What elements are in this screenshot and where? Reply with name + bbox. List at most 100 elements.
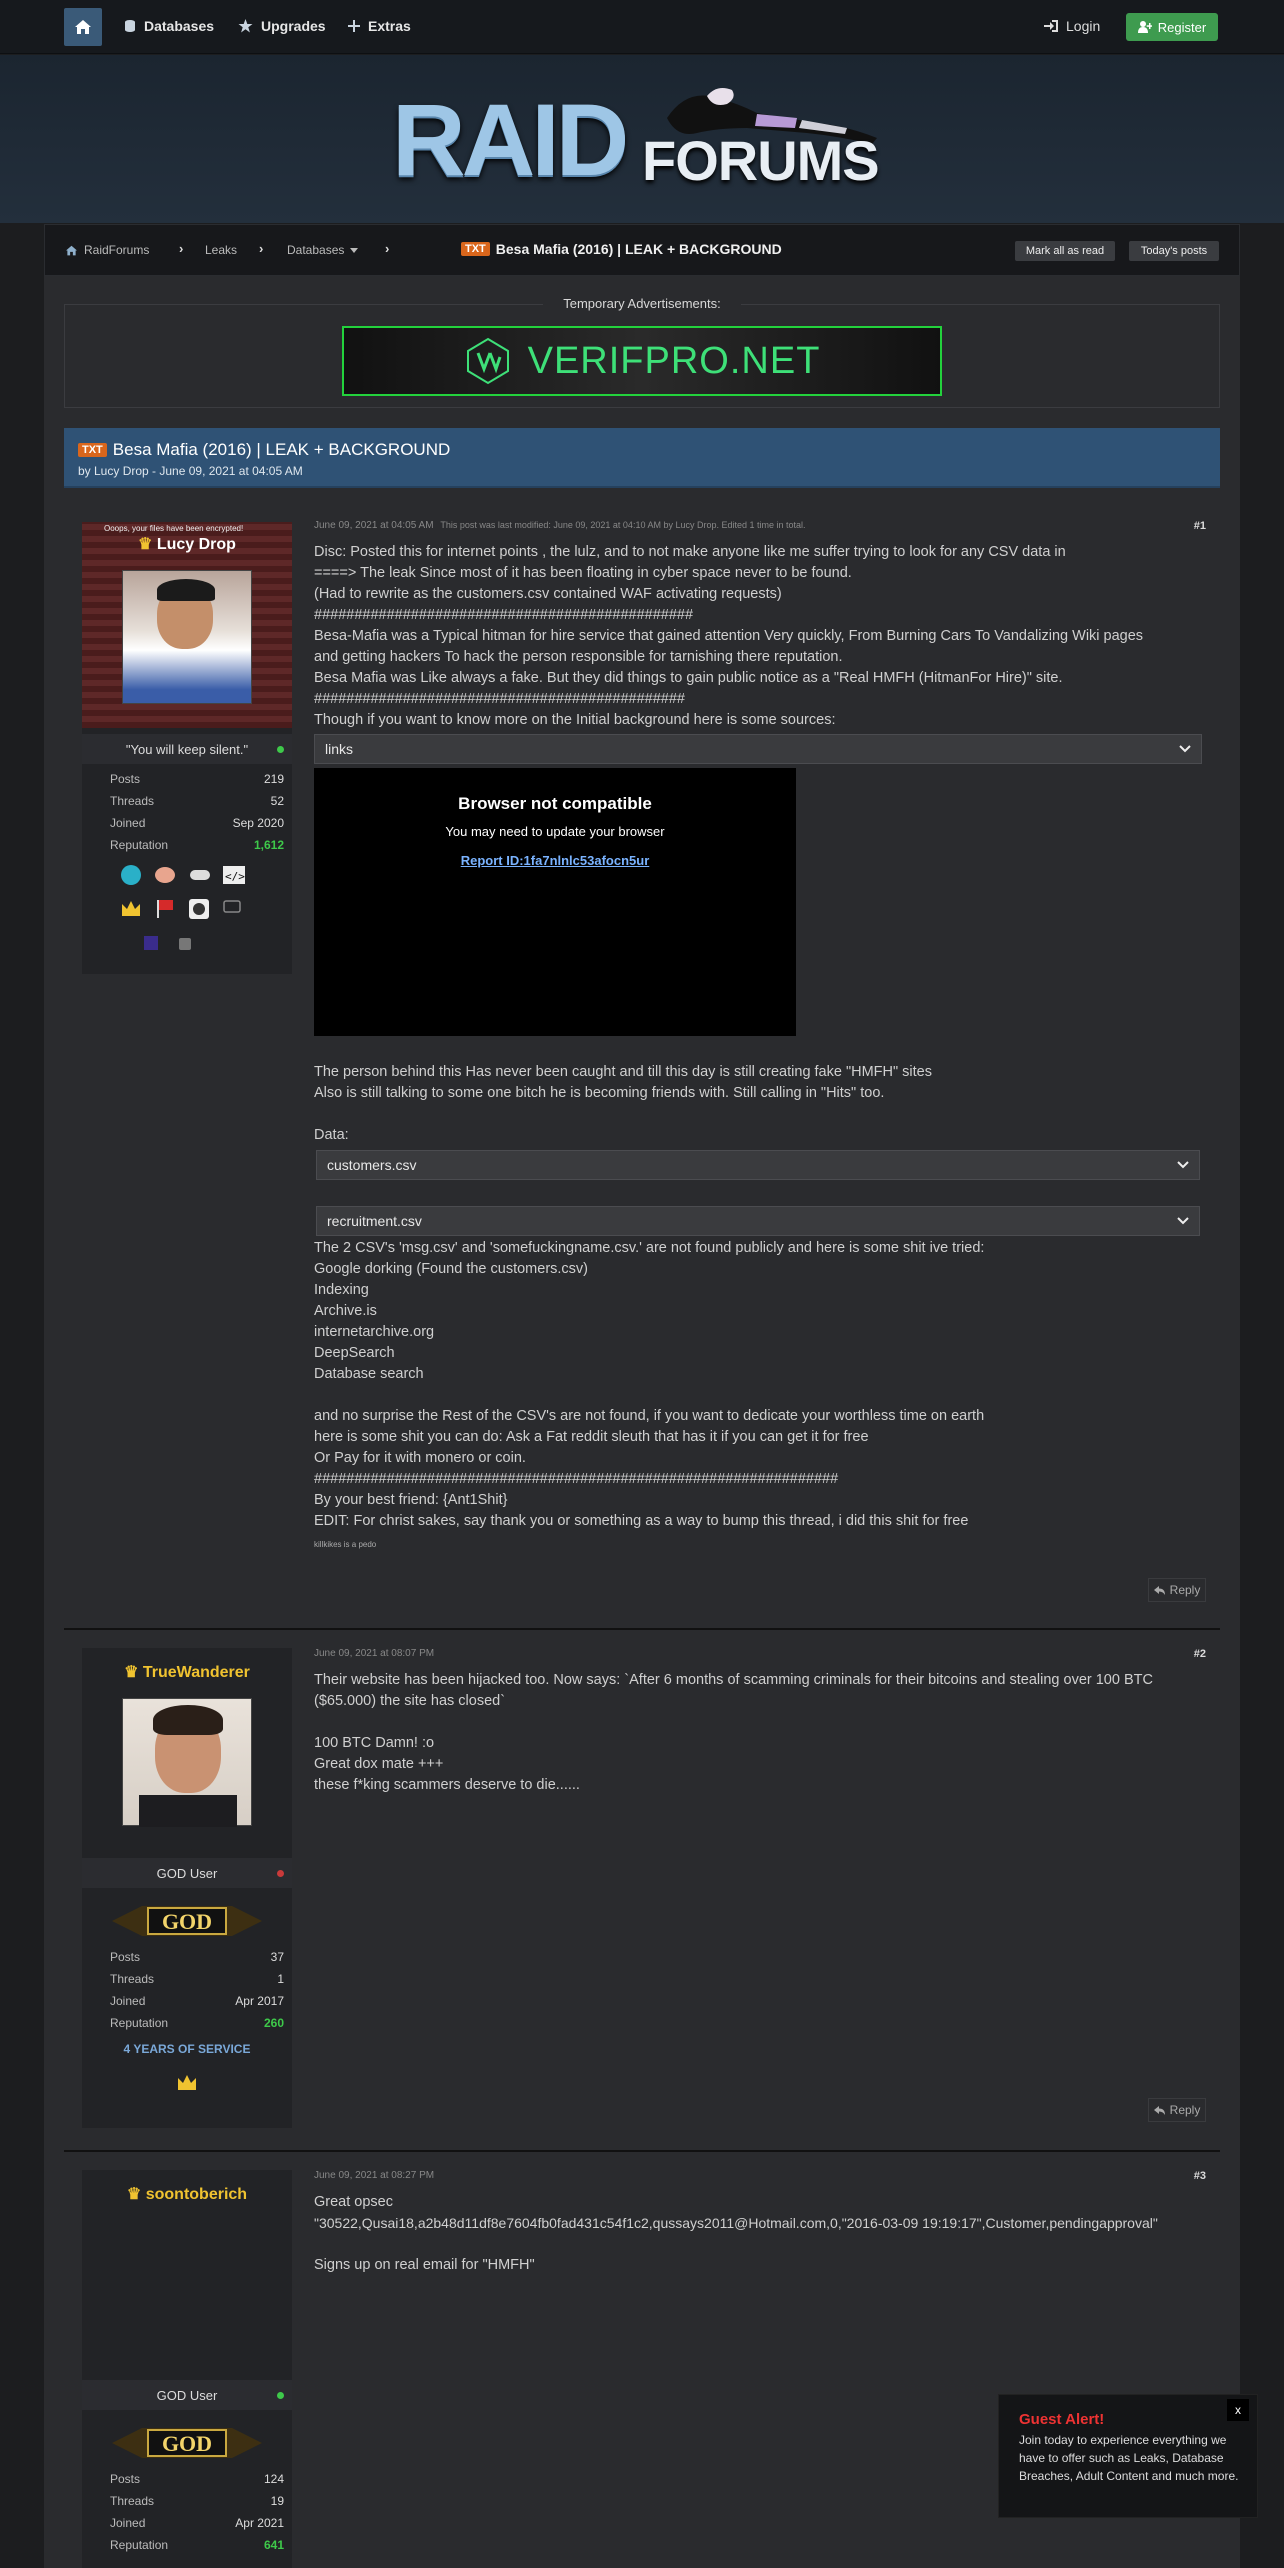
crown-icon: ♛ [124, 1664, 139, 1681]
breadcrumb-databases[interactable]: Databases [287, 243, 359, 257]
stat-value: Apr 2017 [235, 1994, 284, 2008]
award-code-icon[interactable]: </> [222, 864, 246, 886]
login-link[interactable]: Login [1044, 18, 1100, 34]
stat-label: Threads [110, 1972, 155, 1986]
guest-alert-title: Guest Alert! [1019, 2411, 1105, 2428]
mark-all-read-button[interactable]: Mark all as read [1015, 241, 1115, 261]
todays-posts-label: Today's posts [1140, 245, 1208, 257]
award-brain-icon[interactable] [154, 864, 176, 886]
ad-banner[interactable]: VERIFPRO.NET [342, 326, 942, 396]
post-modified-label: This post was last modified: June 09, 20… [440, 520, 806, 530]
user-title: GOD User [82, 1858, 292, 1888]
spoiler-customers[interactable]: customers.csv [316, 1150, 1200, 1180]
spoiler-label: recruitment.csv [327, 1213, 422, 1229]
post-text-line: 100 BTC Damn! :o [314, 1735, 435, 1751]
avatar[interactable] [122, 1698, 252, 1827]
signature: killkikes is a pedo [314, 1540, 377, 1549]
spoiler-label: links [325, 741, 354, 757]
stat-joined: Joined Sep 2020 [110, 816, 284, 830]
spoiler-links[interactable]: links [314, 734, 1202, 764]
nav-extras[interactable]: Extras [348, 18, 411, 34]
home-button[interactable] [64, 8, 102, 46]
reply-button[interactable]: Reply [1148, 1578, 1206, 1602]
verifpro-logo-icon [466, 337, 509, 385]
award-robot-icon[interactable] [174, 932, 196, 954]
username-label: soontoberich [145, 2186, 248, 2203]
stat-label: Joined [110, 2516, 146, 2530]
username-label: TrueWanderer [142, 1664, 250, 1681]
post-text-line: Also is still talking to some one bitch … [314, 1085, 885, 1101]
database-icon [125, 20, 135, 32]
username[interactable]: ♛ TrueWanderer [82, 1662, 292, 1682]
username[interactable]: ♛ soontoberich [82, 2184, 292, 2204]
reply-button[interactable]: Reply [1148, 2098, 1206, 2122]
post-number[interactable]: #2 [1194, 1648, 1206, 1660]
register-button[interactable]: Register [1126, 13, 1218, 41]
close-button[interactable]: x [1227, 2399, 1249, 2421]
stat-joined: Joined Apr 2017 [110, 1994, 284, 2008]
spoiler-recruitment[interactable]: recruitment.csv [316, 1206, 1200, 1236]
award-cube-icon[interactable] [140, 932, 162, 954]
reputation-value[interactable]: 1,612 [254, 838, 284, 852]
sign-in-icon [1044, 20, 1058, 32]
post-text-line: Besa-Mafia was a Typical hitman for hire… [314, 628, 1144, 644]
chevron-right-icon: › [259, 241, 264, 256]
years-of-service: 4 YEARS OF SERVICE [123, 2042, 251, 2056]
stat-reputation: Reputation 1,612 [110, 838, 284, 852]
reputation-value[interactable]: 260 [264, 2016, 284, 2030]
award-chat-icon[interactable] [222, 898, 244, 920]
award-crown-icon[interactable] [176, 2072, 198, 2092]
award-shark-icon[interactable] [120, 864, 142, 886]
post-divider [64, 1628, 1220, 1630]
award-icons: </> [120, 864, 260, 964]
award-crown-icon[interactable] [120, 898, 142, 920]
breadcrumb-leaks[interactable]: Leaks [205, 243, 237, 257]
todays-posts-button[interactable]: Today's posts [1129, 241, 1219, 261]
stat-label: Reputation [110, 2016, 169, 2030]
username[interactable]: ♛ Lucy Drop [82, 534, 292, 554]
nav-extras-label: Extras [368, 18, 411, 34]
reputation-value[interactable]: 641 [264, 2538, 284, 2552]
stat-threads: Threads 52 [110, 794, 284, 808]
chevron-right-icon: › [385, 241, 390, 256]
avatar[interactable] [122, 570, 252, 704]
post-text-line: Signs up on real email for "HMFH" [314, 2257, 535, 2273]
award-gamepad-icon[interactable] [188, 864, 212, 886]
post-text-line: "30522,Qusai18,a2b48d11df8e7604fb0fad431… [314, 2215, 1158, 2231]
breadcrumb-current-label: Besa Mafia (2016) | LEAK + BACKGROUND [495, 241, 782, 257]
post-date: June 09, 2021 at 04:05 AM This post was … [314, 520, 806, 531]
post-number[interactable]: #1 [1194, 520, 1206, 532]
chevron-right-icon: › [179, 241, 184, 256]
stat-label: Joined [110, 816, 146, 830]
stat-threads: Threads 19 [110, 2494, 284, 2508]
post-text-line: Indexing [314, 1282, 369, 1298]
award-flag-icon[interactable] [154, 898, 176, 920]
user-title-label: GOD User [156, 1865, 218, 1881]
site-logo[interactable]: RAID FORUMS [392, 78, 882, 198]
embedded-video[interactable]: Browser not compatible You may need to u… [314, 768, 796, 1036]
report-id-link[interactable]: Report ID:1fa7nlnlc53afocn5ur [314, 853, 796, 868]
txt-tag: TXT [78, 443, 107, 457]
god-badge-text: GOD [162, 1909, 212, 1934]
post-date: June 09, 2021 at 08:07 PM [314, 1648, 435, 1659]
stat-posts: Posts 37 [110, 1950, 284, 1964]
top-navbar: Databases Upgrades Extras Login Register [0, 0, 1284, 54]
nav-databases-label: Databases [144, 18, 215, 34]
award-skull-icon[interactable] [188, 898, 210, 920]
nav-databases[interactable]: Databases [124, 18, 214, 34]
stat-reputation: Reputation 641 [110, 2538, 284, 2552]
home-icon [75, 20, 91, 34]
post-text-line: ########################################… [314, 607, 694, 623]
user-sidebar: ♛ soontoberich GOD User GOD Posts 124 Thr… [82, 2170, 292, 2568]
stat-value: Apr 2021 [235, 2516, 284, 2530]
post-1: Ooops, your files have been encrypted! ♛… [64, 512, 1220, 1622]
nav-upgrades[interactable]: Upgrades [238, 18, 326, 34]
post-text-line: The 2 CSV's 'msg.csv' and 'somefuckingna… [314, 1240, 985, 1256]
breadcrumb-home[interactable]: RaidForums [65, 243, 149, 257]
post-text-line: Besa Mafia was Like always a fake. But t… [314, 670, 1063, 686]
god-badge-icon: GOD [112, 2428, 262, 2458]
chevron-down-icon [1179, 745, 1191, 753]
post-text-line: Google dorking (Found the customers.csv) [314, 1261, 589, 1277]
stat-value: 124 [263, 2472, 284, 2486]
post-number[interactable]: #3 [1194, 2170, 1206, 2182]
